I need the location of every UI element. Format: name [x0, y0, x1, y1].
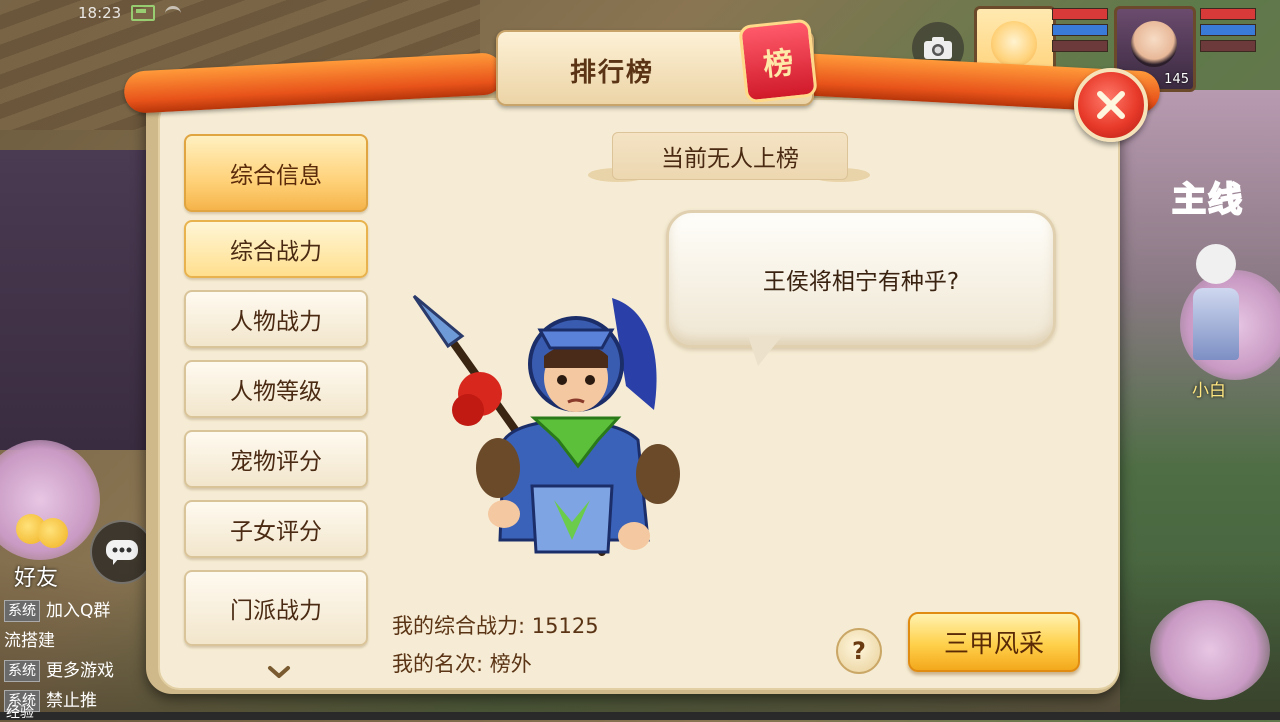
friends-icon[interactable]	[10, 510, 74, 566]
npc-character[interactable]	[1186, 244, 1246, 364]
npc-body	[1193, 288, 1239, 360]
pet-avatar	[991, 21, 1037, 67]
chat-text: 更多游戏	[46, 661, 114, 681]
exp-bar	[0, 712, 1280, 720]
background-building	[0, 150, 150, 450]
pet-exp-bar	[1052, 40, 1108, 52]
hero-avatar	[1131, 21, 1177, 67]
friends-label[interactable]: 好友	[14, 560, 58, 592]
pet-hp-bar	[1052, 8, 1108, 20]
pet-status-bars	[1052, 8, 1108, 56]
npc-head	[1196, 244, 1236, 284]
chat-line: 系统 加入Q群	[4, 596, 164, 626]
close-button[interactable]	[1074, 68, 1148, 142]
status-bar: 18:23	[78, 4, 182, 22]
hero-exp-bar	[1200, 40, 1256, 52]
clock: 18:23	[78, 4, 122, 22]
chat-text: 加入Q群	[46, 601, 111, 621]
my-rank-line: 我的名次: 榜外	[392, 648, 532, 678]
my-rank-value: 榜外	[489, 652, 532, 676]
camera-icon	[924, 37, 952, 59]
my-power-value: 15125	[531, 614, 599, 638]
category-list[interactable]: 综合信息 综合战力 人物战力 人物等级 宠物评分 子女评分 门派战力	[182, 134, 374, 654]
category-overall-power[interactable]: 综合战力	[184, 220, 368, 278]
category-sect-power[interactable]: 门派战力	[184, 570, 368, 646]
top-three-showcase-button[interactable]: 三甲风采	[908, 612, 1080, 672]
chevron-down-icon[interactable]	[264, 662, 294, 682]
exp-label: 经验	[6, 705, 34, 721]
hero-mp-bar	[1200, 24, 1256, 36]
main-quest-label[interactable]: 主线	[1171, 172, 1244, 221]
category-overall-info[interactable]: 综合信息	[184, 134, 368, 212]
chat-button[interactable]	[90, 520, 154, 584]
close-icon	[1097, 91, 1125, 119]
empty-ranking-banner: 当前无人上榜	[612, 132, 848, 180]
speech-bubble: 王侯将相宁有种乎?	[666, 210, 1056, 348]
hero-level: 145	[1164, 72, 1189, 87]
category-character-level[interactable]: 人物等级	[184, 360, 368, 418]
battery-icon	[131, 5, 156, 21]
panel-title: 排行榜	[569, 58, 654, 88]
category-children-score[interactable]: 子女评分	[184, 500, 368, 558]
friend-figure-icon	[38, 518, 68, 548]
chat-line: 流搭建	[4, 626, 164, 656]
category-character-power[interactable]: 人物战力	[184, 290, 368, 348]
category-pet-score[interactable]: 宠物评分	[184, 430, 368, 488]
speech-bubble-tail	[748, 336, 782, 366]
my-rank-label: 我的名次:	[392, 652, 484, 676]
hero-status-bars	[1200, 8, 1256, 56]
ranking-seal-icon: 榜	[738, 18, 818, 104]
chat-feed[interactable]: 系统 加入Q群 流搭建 系统 更多游戏 系统 禁止推	[4, 596, 164, 716]
chat-text: 流搭建	[4, 631, 55, 651]
chat-tag: 系统	[4, 660, 40, 682]
my-power-label: 我的综合战力:	[392, 614, 526, 638]
warrior-character-illustration	[412, 294, 680, 556]
chat-bubble-icon	[106, 540, 138, 565]
my-power-line: 我的综合战力: 15125	[392, 610, 599, 640]
wifi-icon	[165, 5, 182, 21]
chat-tag: 系统	[4, 600, 40, 622]
chat-line: 系统 更多游戏	[4, 656, 164, 686]
hero-hp-bar	[1200, 8, 1256, 20]
pet-mp-bar	[1052, 24, 1108, 36]
blossom-decoration	[1150, 600, 1270, 700]
help-button[interactable]: ?	[836, 628, 882, 674]
npc-name: 小白	[1192, 381, 1226, 401]
